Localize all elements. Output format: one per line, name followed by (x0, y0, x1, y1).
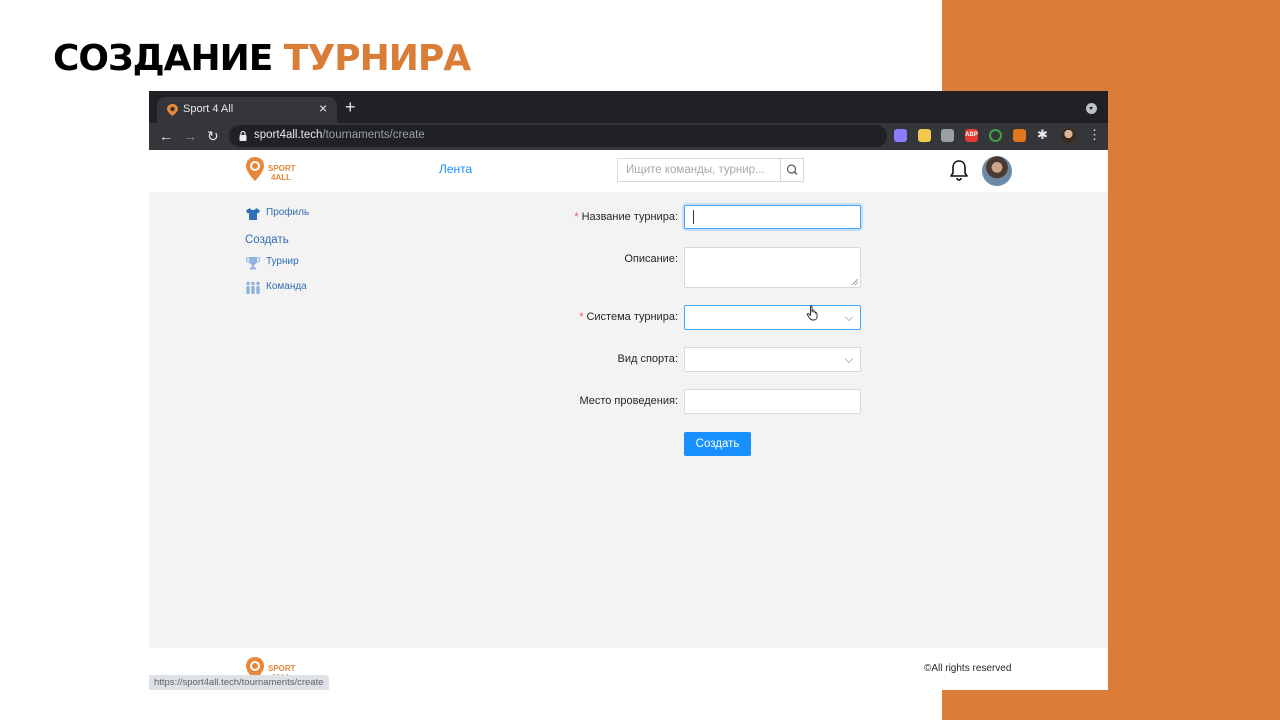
search-icon (786, 164, 798, 175)
sidebar-item-label: Профиль (266, 207, 310, 218)
venue-input[interactable] (684, 389, 861, 414)
venue-label-text: Место проведения (579, 395, 675, 407)
browser-window: Sport 4 All × + ← → ↻ sport4all.tech/tou… (149, 91, 1108, 690)
venue-label: Место проведения: (478, 395, 678, 407)
team-icon (246, 281, 260, 294)
sidebar-item-label: Команда (266, 281, 307, 292)
tab-bar: Sport 4 All × + (149, 91, 1108, 123)
copyright-text: ©All rights reserved (924, 663, 1012, 674)
url-text: sport4all.tech/tournaments/create (254, 129, 425, 141)
tournament-name-label: * Название турнира: (478, 211, 678, 223)
label-colon: : (674, 353, 678, 365)
logo-text-line-1: SPORT (268, 664, 296, 673)
browser-menu-icon[interactable]: ⋮ (1088, 127, 1101, 143)
ext-globe-icon[interactable] (894, 129, 907, 142)
tournament-system-select[interactable] (684, 305, 861, 330)
sport-type-label-text: Вид спорта (617, 353, 675, 365)
logo-text: SPORT 4ALL (268, 164, 296, 182)
description-textarea[interactable] (684, 247, 861, 288)
slide-title-accent: ТУРНИРА (283, 38, 471, 79)
url-host: sport4all.tech (254, 129, 323, 141)
tshirt-icon (246, 208, 260, 220)
ext-box-icon[interactable] (941, 129, 954, 142)
address-bar[interactable]: sport4all.tech/tournaments/create ⚷ ☆ (229, 125, 955, 147)
browser-toolbar: ← → ↻ sport4all.tech/tournaments/create … (149, 123, 1108, 150)
extensions-puzzle-icon[interactable]: ✱ (1037, 127, 1048, 143)
logo-pin-icon (246, 157, 264, 181)
browser-profile-icon[interactable] (1061, 128, 1076, 143)
ext-lock-icon[interactable] (918, 129, 931, 142)
new-tab-icon[interactable]: + (345, 97, 356, 117)
hand-pointer-icon (806, 305, 818, 321)
create-button[interactable]: Создать (684, 432, 751, 456)
url-path: /tournaments/create (322, 129, 425, 141)
required-mark: * (579, 311, 584, 323)
tab-title: Sport 4 All (183, 103, 234, 115)
user-avatar[interactable] (982, 156, 1012, 186)
tournament-system-label: * Система турнира: (478, 311, 678, 323)
sidebar-item-label: Турнир (266, 256, 299, 267)
ext-ring-icon[interactable] (989, 129, 1002, 142)
ext-fox-icon[interactable] (1013, 129, 1026, 142)
link-status-bar: https://sport4all.tech/tournaments/creat… (149, 675, 329, 690)
bell-icon[interactable] (949, 158, 969, 182)
slide-title: СОЗДАНИЕ ТУРНИРА (53, 38, 471, 79)
description-label: Описание: (478, 253, 678, 265)
label-colon: : (674, 211, 678, 223)
search-button[interactable] (780, 159, 803, 181)
site-search (617, 158, 804, 182)
sport-type-label: Вид спорта: (478, 353, 678, 365)
chevron-down-icon (844, 354, 854, 364)
sport-type-select[interactable] (684, 347, 861, 372)
lock-icon (239, 131, 247, 141)
chevron-down-icon (844, 312, 854, 322)
sidebar-section-create: Создать (245, 234, 289, 246)
browser-tab[interactable]: Sport 4 All × (157, 97, 337, 123)
tournament-name-label-text: Название турнира (581, 211, 675, 223)
presentation-slide: СОЗДАНИЕ ТУРНИРА Sport 4 All × + ← → ↻ s… (0, 0, 1280, 720)
nav-feed-link[interactable]: Лента (439, 162, 472, 176)
sidebar-item-tournament[interactable]: Турнир (245, 254, 365, 272)
logo-text-line-1: SPORT (268, 164, 296, 173)
sidebar-item-profile[interactable]: Профиль (245, 205, 365, 223)
reload-icon[interactable]: ↻ (207, 127, 219, 145)
label-colon: : (674, 311, 678, 323)
label-colon: : (674, 253, 678, 265)
search-input[interactable] (618, 159, 780, 181)
forward-arrow-icon[interactable]: → (183, 127, 197, 145)
tournament-system-label-text: Система турнира (586, 311, 675, 323)
tab-search-icon[interactable] (1086, 103, 1097, 114)
tournament-name-input[interactable] (684, 205, 861, 229)
text-caret (693, 210, 694, 224)
site-header: SPORT 4ALL Лента (149, 150, 1108, 192)
description-label-text: Описание (624, 253, 675, 265)
resize-grip-icon[interactable] (852, 279, 858, 285)
trophy-icon (246, 257, 260, 270)
site-logo[interactable]: SPORT 4ALL (245, 156, 305, 186)
sidebar-item-team[interactable]: Команда (245, 279, 365, 297)
required-mark: * (574, 211, 579, 223)
close-tab-icon[interactable]: × (319, 100, 327, 116)
label-colon: : (674, 395, 678, 407)
ext-abp-icon[interactable]: ABP (965, 129, 978, 142)
sport-logo-favicon-icon (167, 104, 178, 116)
slide-title-main: СОЗДАНИЕ (53, 38, 273, 79)
back-arrow-icon[interactable]: ← (159, 127, 173, 145)
logo-text-line-2: 4ALL (271, 173, 291, 182)
